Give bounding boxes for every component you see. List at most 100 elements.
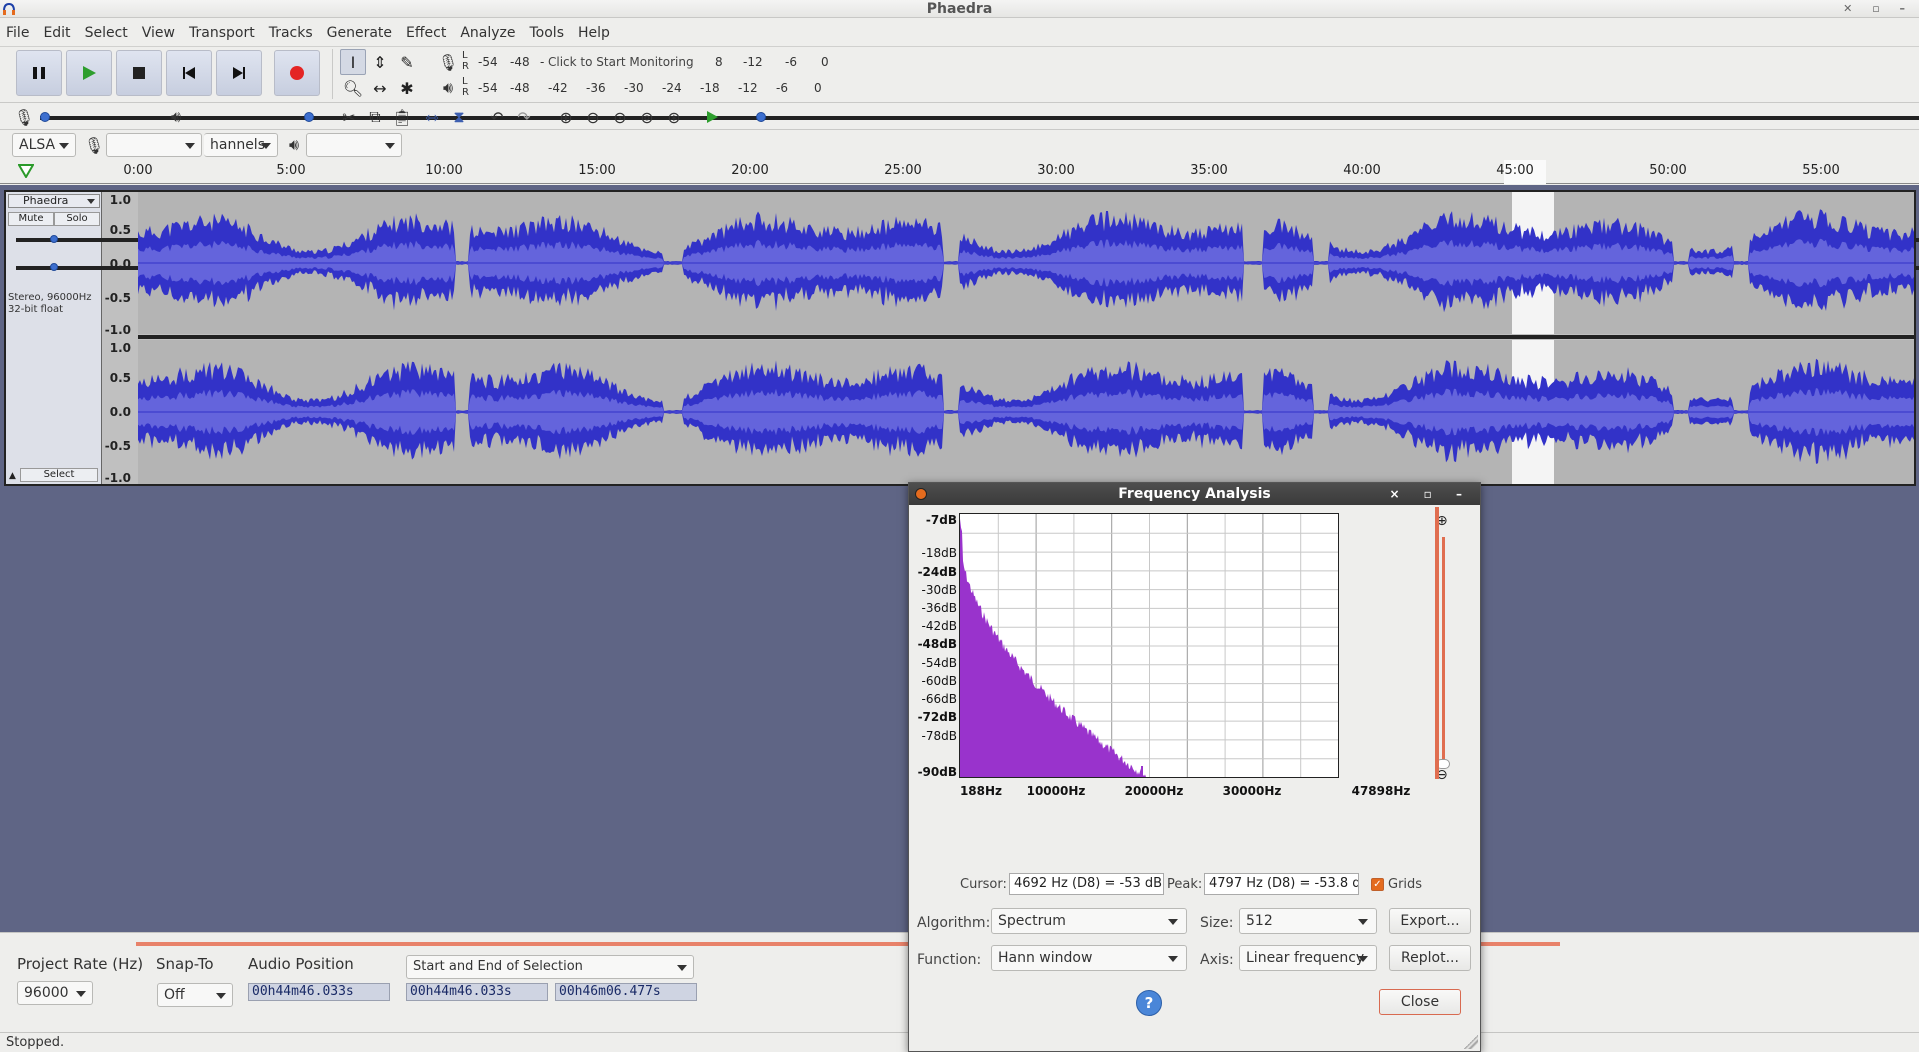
playback-device-select[interactable] xyxy=(306,133,402,157)
replot-button[interactable]: Replot... xyxy=(1389,945,1471,971)
selection-end-field[interactable]: 00h46m06.477s xyxy=(555,983,697,1001)
chevron-down-icon xyxy=(185,143,195,149)
audio-position-field[interactable]: 00h44m46.033s xyxy=(248,983,390,1001)
track-name-menu[interactable]: Phaedra xyxy=(8,194,100,208)
zoom-in-icon[interactable]: ⊕ xyxy=(1436,513,1456,533)
collapse-track-icon[interactable]: ▲ xyxy=(9,471,16,481)
recording-device-select[interactable] xyxy=(106,133,202,157)
recording-volume-slider[interactable] xyxy=(40,110,1919,124)
play-button[interactable] xyxy=(66,50,112,96)
click-to-start-monitoring[interactable]: Click to Start Monitoring xyxy=(548,55,715,69)
pause-button[interactable] xyxy=(16,50,62,96)
play-at-speed-slider[interactable] xyxy=(732,110,1919,124)
track-select-button[interactable]: Select xyxy=(20,468,98,482)
waveform-1-svg[interactable] xyxy=(138,192,1914,334)
undo-button[interactable]: ↶ xyxy=(485,105,509,129)
menu-tracks[interactable]: Tracks xyxy=(269,25,313,41)
dialog-title-bar[interactable]: Frequency Analysis × ▫ – xyxy=(909,483,1480,505)
zoom-in-button[interactable]: ⊕ xyxy=(554,105,578,129)
grids-checkbox[interactable]: ✓ xyxy=(1371,878,1384,891)
zoom-out-icon[interactable]: ⊖ xyxy=(1436,767,1456,787)
fit-selection-button[interactable]: ⊙ xyxy=(608,105,632,129)
menu-transport[interactable]: Transport xyxy=(189,25,255,41)
envelope-tool[interactable]: ⇕ xyxy=(367,49,393,75)
stop-button[interactable] xyxy=(116,50,162,96)
trim-audio-button[interactable]: ⇿ xyxy=(420,105,444,129)
menu-help[interactable]: Help xyxy=(578,25,610,41)
recording-channels-select[interactable]: hannels xyxy=(204,133,278,157)
mute-button[interactable]: Mute xyxy=(8,212,54,226)
size-select[interactable]: 512 xyxy=(1239,908,1377,934)
zoom-slider[interactable] xyxy=(1442,537,1445,765)
microphone-icon: 🎙︎ xyxy=(437,52,459,72)
close-button[interactable]: Close xyxy=(1379,989,1461,1015)
pan-thumb[interactable] xyxy=(50,263,58,271)
menu-file[interactable]: File xyxy=(6,25,29,41)
cut-button[interactable]: ✂ xyxy=(337,105,361,129)
audio-track[interactable]: × Phaedra Mute Solo Stereo, 96000Hz32-bi… xyxy=(4,190,1919,486)
play-speed-thumb[interactable] xyxy=(756,112,766,122)
menu-edit[interactable]: Edit xyxy=(43,25,70,41)
algorithm-select[interactable]: Spectrum xyxy=(991,908,1187,934)
record-meter-button[interactable]: 🎙︎ xyxy=(436,50,460,74)
window-controls[interactable]: ✕ ▫ – xyxy=(1843,0,1913,18)
snap-to-select[interactable]: Off xyxy=(157,983,233,1007)
copy-button[interactable]: ⧉ xyxy=(363,105,387,129)
waveform-2-svg[interactable] xyxy=(138,340,1914,484)
record-meter[interactable]: LR -54 -48- Click to Start Monitoring 8 -12-… xyxy=(462,50,882,74)
play-at-speed-button[interactable] xyxy=(700,105,724,129)
playback-meter-button[interactable]: 🔊︎ xyxy=(436,76,460,100)
selection-mode-select[interactable]: Start and End of Selection xyxy=(406,955,694,979)
frequency-analysis-dialog[interactable]: Frequency Analysis × ▫ – -7dB -18dB -24dB -… xyxy=(908,482,1481,1052)
track-gain-slider[interactable] xyxy=(16,232,1919,246)
playback-meter[interactable]: LR -54 -48 -42 -36 -30 -24 -18 -12 -6 0 xyxy=(462,76,882,100)
axis-select[interactable]: Linear frequency xyxy=(1239,945,1377,971)
export-button[interactable]: Export... xyxy=(1389,908,1471,934)
record-button[interactable] xyxy=(274,50,320,96)
spectrum-svg[interactable] xyxy=(960,514,1338,777)
zoom-out-button[interactable]: ⊖ xyxy=(581,105,605,129)
resize-grip-icon[interactable] xyxy=(1464,1035,1478,1049)
skip-to-end-button[interactable] xyxy=(216,50,262,96)
gain-thumb[interactable] xyxy=(50,235,58,243)
menu-analyze[interactable]: Analyze xyxy=(460,25,515,41)
selection-tool[interactable]: I xyxy=(340,49,366,75)
menu-select[interactable]: Select xyxy=(85,25,128,41)
menu-view[interactable]: View xyxy=(142,25,175,41)
waveform-channel-2[interactable] xyxy=(138,340,1914,484)
waveform-channel-1[interactable] xyxy=(138,192,1914,334)
spectrum-plot[interactable] xyxy=(959,513,1339,778)
menu-tools[interactable]: Tools xyxy=(530,25,565,41)
dialog-window-controls[interactable]: × ▫ – xyxy=(1389,483,1472,505)
status-text: Stopped. xyxy=(6,1035,65,1050)
menu-effect[interactable]: Effect xyxy=(406,25,446,41)
selection-start-field[interactable]: 00h44m46.033s xyxy=(406,983,548,1001)
multi-tool[interactable]: ✱ xyxy=(394,75,420,101)
help-button[interactable]: ? xyxy=(1136,990,1162,1016)
zoom-tool[interactable]: 🔍︎ xyxy=(340,75,366,101)
play-head-icon[interactable] xyxy=(18,164,34,178)
peak-field[interactable]: 4797 Hz (D8) = -53.8 dB xyxy=(1204,873,1359,895)
skip-to-start-button[interactable] xyxy=(166,50,212,96)
cursor-field[interactable]: 4692 Hz (D8) = -53 dB xyxy=(1009,873,1164,895)
menu-generate[interactable]: Generate xyxy=(327,25,392,41)
time-shift-tool[interactable]: ↔ xyxy=(367,75,393,101)
frequency-axis-label: 30000Hz xyxy=(1222,784,1282,798)
recording-volume-thumb[interactable] xyxy=(40,112,50,122)
timeline-ruler[interactable]: 0:00 5:00 10:00 15:00 20:00 25:00 30:00 … xyxy=(0,160,1919,184)
zoom-toggle-button[interactable]: ⊛ xyxy=(662,105,686,129)
draw-tool[interactable]: ✎ xyxy=(394,49,420,75)
redo-button[interactable]: ↷ xyxy=(512,105,536,129)
function-select[interactable]: Hann window xyxy=(991,945,1187,971)
track-pan-slider[interactable] xyxy=(16,260,1919,274)
paste-button[interactable]: 📋︎ xyxy=(390,105,414,129)
project-rate-select[interactable]: 96000 xyxy=(17,981,93,1005)
silence-audio-button[interactable]: ⧗ xyxy=(447,105,471,129)
dialog-title: Frequency Analysis xyxy=(1118,486,1271,502)
chevron-down-icon xyxy=(76,991,86,997)
playback-volume-thumb[interactable] xyxy=(304,112,314,122)
audio-host-select[interactable]: ALSA xyxy=(12,133,76,157)
playback-volume-slider[interactable] xyxy=(194,110,1919,124)
fit-project-button[interactable]: ⊚ xyxy=(635,105,659,129)
solo-button[interactable]: Solo xyxy=(54,212,100,226)
